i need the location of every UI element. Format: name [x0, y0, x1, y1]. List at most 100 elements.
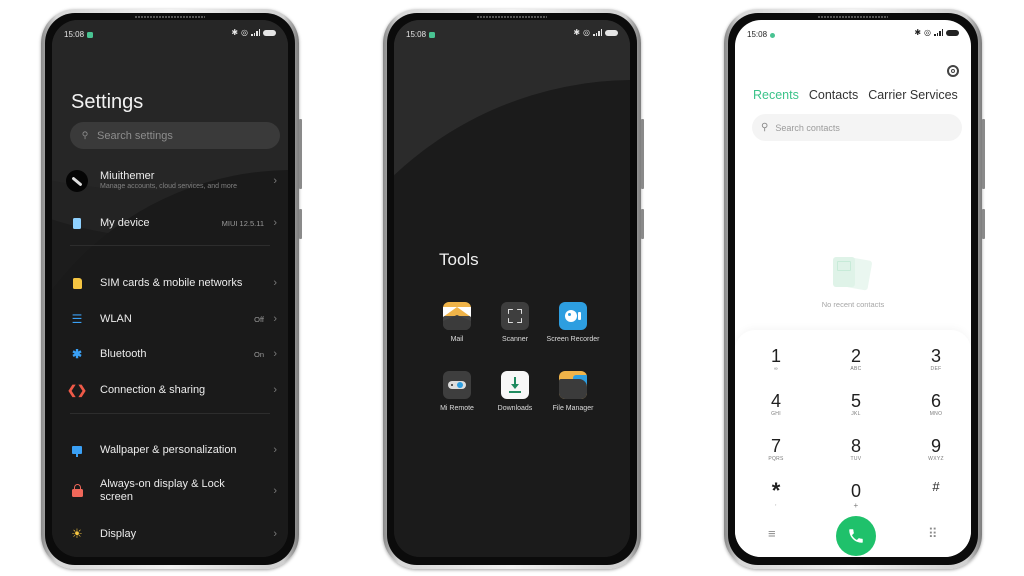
key-digit: 5 — [850, 391, 861, 411]
account-item[interactable]: Miuithemer Manage accounts, cloud servic… — [52, 166, 288, 196]
chevron-right-icon: › — [273, 444, 277, 456]
status-icons: ✱ ◎ — [914, 28, 959, 37]
key-3[interactable]: 3 DEF — [906, 346, 966, 372]
empty-contacts-illustration — [830, 257, 880, 293]
app-scanner[interactable]: Scanner — [487, 302, 543, 344]
app-file-manager[interactable]: File Manager — [545, 371, 601, 413]
notification-indicator-icon — [770, 33, 776, 38]
key-7[interactable]: 7 PQRS — [746, 436, 806, 462]
bluetooth-icon: ✱ — [71, 347, 83, 361]
settings-item-connection-sharing[interactable]: ❮❯ Connection & sharing › — [52, 375, 288, 405]
settings-item-lock-screen[interactable]: Always-on display & Lock screen › — [52, 471, 288, 511]
menu-icon[interactable]: ≡ — [768, 526, 776, 541]
settings-item-wallpaper[interactable]: Wallpaper & personalization › — [52, 435, 288, 465]
keypad-toggle-icon[interactable]: ⠿ — [928, 526, 938, 542]
dialpad: 1 ∞ 2 ABC 3 DEF 4 GHI 5 JKL 6 MNO 7 PQRS 8 TUV 9… — [735, 330, 971, 557]
tab-carrier-services[interactable]: Carrier Services — [868, 88, 958, 102]
settings-item-display[interactable]: ☀ Display › — [52, 519, 288, 549]
page-title: Settings — [71, 91, 144, 113]
settings-item-wlan[interactable]: ☰ WLAN Off › — [52, 304, 288, 334]
call-button[interactable] — [836, 516, 876, 556]
scanner-icon — [501, 302, 529, 330]
earpiece-speaker — [818, 16, 888, 18]
key-letters: WXYZ — [928, 456, 944, 462]
app-label: Mail — [450, 336, 464, 343]
item-value: MIUI 12.5.11 — [221, 218, 264, 228]
key-star[interactable]: *, — [746, 478, 806, 508]
key-2[interactable]: 2 ABC — [826, 346, 886, 372]
notification-indicator-icon — [87, 32, 94, 38]
settings-item-sim-cards[interactable]: SIM cards & mobile networks › — [52, 268, 288, 298]
empty-state-text: No recent contacts — [821, 300, 885, 309]
signal-icon — [934, 29, 943, 36]
power-button — [299, 209, 302, 239]
volume-button — [641, 119, 644, 189]
bezel: 15:08 ✱ ◎ Settings ⚲ Search settings Miu… — [45, 13, 295, 565]
key-9[interactable]: 9 WXYZ — [906, 436, 966, 462]
alarm-icon: ◎ — [924, 28, 931, 37]
tab-recents[interactable]: Recents — [753, 88, 799, 102]
item-label: SIM cards & mobile networks — [100, 276, 243, 289]
key-digit: 8 — [850, 436, 861, 456]
bezel: 15:08 ✱ ◎ Tools Mail Scanner Screen Reco… — [387, 13, 637, 565]
key-0[interactable]: 0 + — [826, 481, 886, 510]
key-letters: TUV — [850, 456, 862, 462]
phone-icon — [849, 529, 863, 543]
key-digit: 0 — [850, 481, 861, 501]
avatar-glyph-icon — [71, 175, 83, 187]
chevron-right-icon: › — [273, 175, 277, 187]
signal-icon — [251, 29, 260, 36]
chevron-right-icon: › — [273, 528, 277, 540]
key-hash[interactable]: # — [906, 477, 966, 497]
key-digit: 2 — [850, 346, 861, 366]
alarm-icon: ◎ — [583, 28, 590, 37]
key-letters: GHI — [771, 411, 781, 417]
key-letters: MNO — [929, 411, 943, 417]
key-5[interactable]: 5 JKL — [826, 391, 886, 417]
key-letters: DEF — [930, 366, 942, 372]
app-label: File Manager — [552, 405, 594, 412]
chevron-right-icon: › — [273, 313, 277, 325]
key-digit: # — [932, 479, 940, 494]
status-time: 15:08 — [747, 30, 776, 39]
status-bar: 15:08 ✱ ◎ — [735, 20, 971, 46]
status-time: 15:08 — [64, 30, 94, 39]
app-mi-remote[interactable]: Mi Remote — [429, 371, 485, 413]
tab-contacts[interactable]: Contacts — [809, 88, 858, 102]
bluetooth-status-icon: ✱ — [573, 28, 581, 37]
account-name: Miuithemer — [100, 170, 155, 182]
chevron-right-icon: › — [273, 485, 277, 497]
settings-item-bluetooth[interactable]: ✱ Bluetooth On › — [52, 339, 288, 369]
item-value: Off — [254, 314, 264, 324]
volume-button — [982, 119, 985, 189]
app-label: Downloads — [497, 405, 533, 412]
sun-icon: ☀ — [71, 526, 83, 541]
phone-tools: 15:08 ✱ ◎ Tools Mail Scanner Screen Reco… — [383, 9, 644, 569]
gear-icon[interactable] — [947, 65, 959, 77]
app-downloads[interactable]: Downloads — [487, 371, 543, 413]
key-letters: JKL — [851, 411, 861, 417]
app-label: Mi Remote — [440, 405, 474, 412]
search-contacts-input[interactable]: ⚲ Search contacts — [752, 114, 962, 141]
search-icon: ⚲ — [761, 122, 769, 133]
time-text: 15:08 — [406, 30, 427, 39]
key-letters: ABC — [850, 366, 862, 372]
app-screen-recorder[interactable]: Screen Recorder — [545, 302, 601, 344]
settings-item-my-device[interactable]: My device MIUI 12.5.11 › — [52, 208, 288, 238]
key-8[interactable]: 8 TUV — [826, 436, 886, 462]
voicemail-icon: ∞ — [774, 366, 778, 372]
device-icon — [70, 216, 84, 230]
screen-recorder-icon — [559, 302, 587, 330]
search-settings-input[interactable]: ⚲ Search settings — [70, 122, 280, 149]
bezel: 15:08 ✱ ◎ Recents Contacts Carrier Servi… — [728, 13, 978, 565]
key-6[interactable]: 6 MNO — [906, 391, 966, 417]
app-mail[interactable]: Mail — [429, 302, 485, 344]
search-icon: ⚲ — [81, 130, 89, 140]
key-4[interactable]: 4 GHI — [746, 391, 806, 417]
signal-icon — [593, 29, 602, 36]
key-1[interactable]: 1 ∞ — [746, 346, 806, 372]
key-digit: * — [771, 478, 781, 503]
avatar — [66, 170, 88, 192]
status-time: 15:08 — [406, 30, 436, 39]
mi-remote-icon — [443, 371, 471, 399]
